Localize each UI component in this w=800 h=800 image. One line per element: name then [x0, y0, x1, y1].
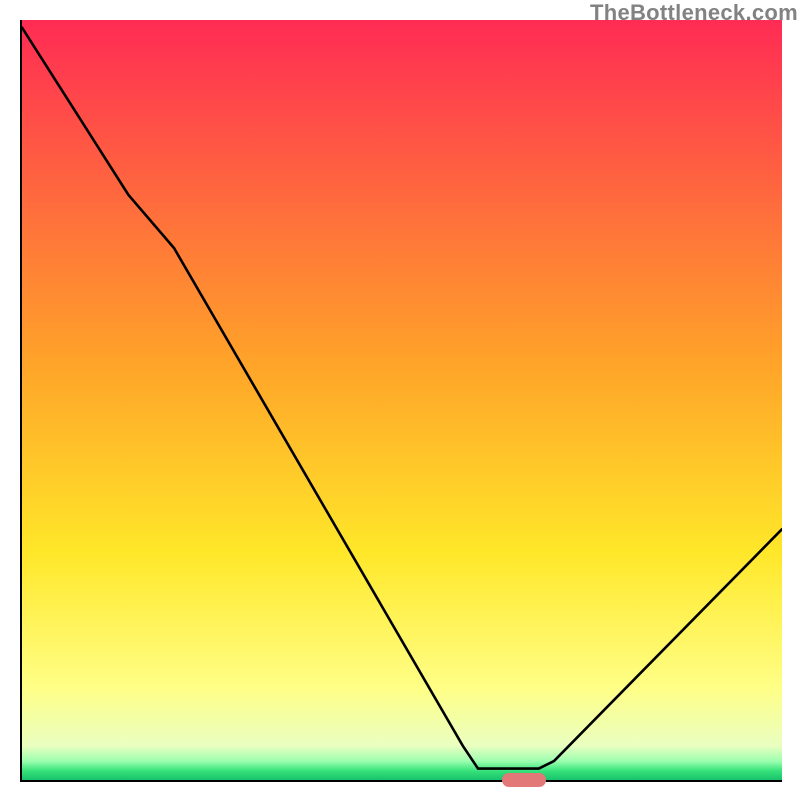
minimum-marker	[502, 773, 546, 787]
chart-plot-area	[20, 20, 782, 782]
chart-curve	[22, 20, 782, 780]
